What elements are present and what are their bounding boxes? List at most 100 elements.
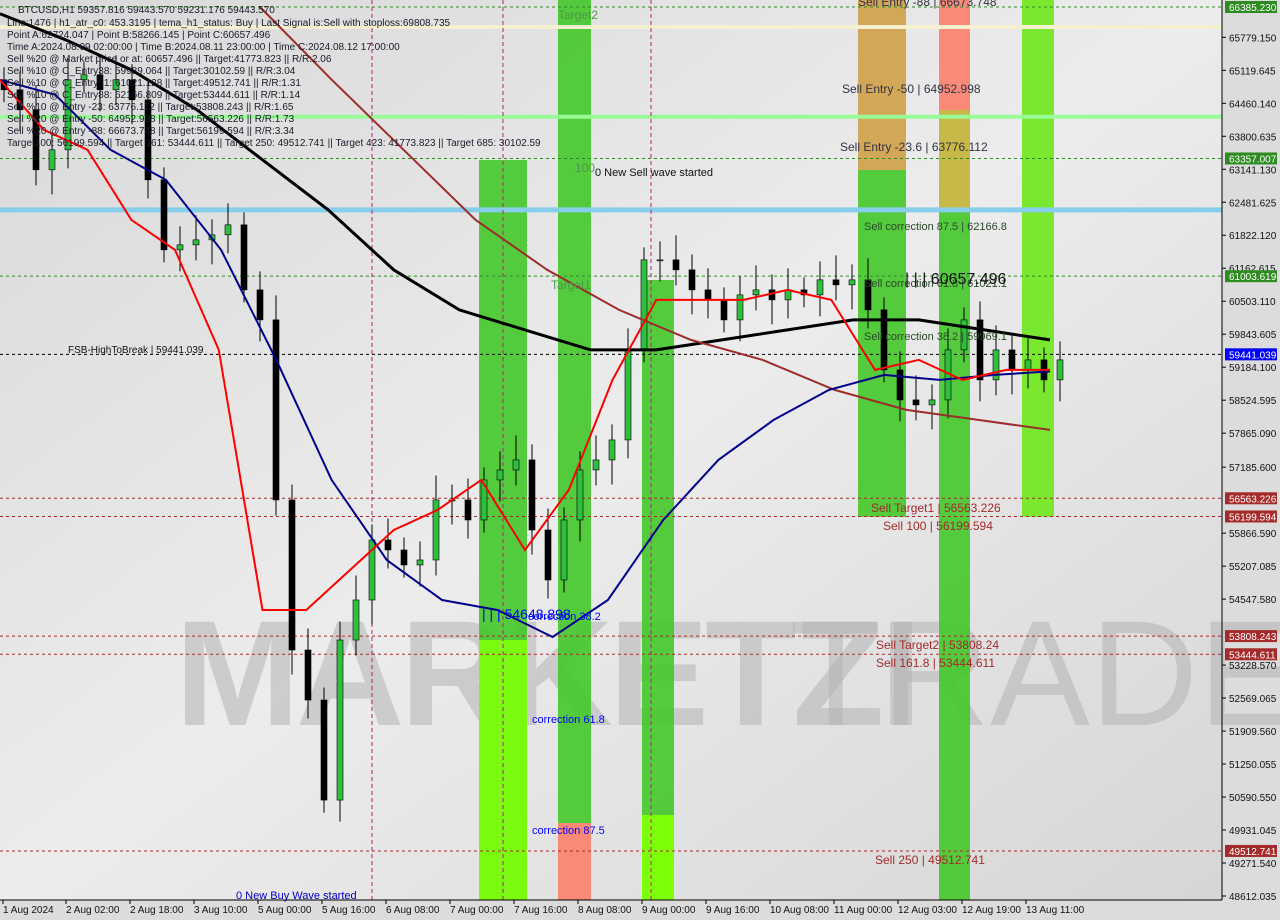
candle-body: [752, 289, 760, 296]
info-line: Sell %10 @ Entry -23: 63776.112 || Targe…: [7, 102, 294, 113]
time-tick-label: 12 Aug 03:00: [898, 905, 957, 916]
candle-body: [336, 639, 344, 801]
correction-875-label: correction 87.5: [532, 825, 605, 837]
time-tick-label: 7 Aug 00:00: [450, 905, 504, 916]
time-tick-label: 7 Aug 16:00: [514, 905, 568, 916]
candle-body: [320, 699, 328, 801]
candle-body: [400, 549, 408, 566]
candle-body: [704, 289, 712, 301]
sell-1618-label: Sell 161.8 | 53444.611: [876, 656, 995, 670]
price-tick-label: 63141.130: [1229, 165, 1277, 176]
candle-body: [912, 399, 920, 406]
candle-body: [640, 259, 648, 351]
info-line: Sell %10 @ C_Entry61: 61021.128 || Targe…: [7, 78, 301, 89]
band-green: [642, 280, 674, 900]
candle-body: [672, 259, 680, 271]
price-tick-label: 62481.625: [1229, 198, 1277, 209]
info-line: Line:1476 | h1_atr_c0: 453.3195 | tema_h…: [7, 18, 451, 29]
time-tick-label: 1 Aug 2024: [3, 905, 54, 916]
info-line: Sell %10 @ C_Entry88: 62166.809 || Targe…: [7, 90, 301, 101]
time-tick-label: 2 Aug 02:00: [66, 905, 120, 916]
candle-body: [1008, 349, 1016, 371]
price-tick-label: 61822.120: [1229, 231, 1277, 242]
time-tick-label: 2 Aug 18:00: [130, 905, 184, 916]
price-tag-label: 63357.007: [1229, 154, 1277, 165]
watermark-right: TRADE: [790, 589, 1280, 757]
price-tick-label: 49931.045: [1229, 826, 1277, 837]
sell-target2-label: Sell Target2 | 53808.24: [876, 638, 999, 652]
candle-body: [624, 349, 632, 441]
candle-body: [608, 439, 616, 461]
hundred-label: 100: [575, 161, 595, 175]
info-line: Sell %10 @ C_Entry38: 59989.064 || Targe…: [7, 66, 296, 77]
price-tag-label: 66385.230: [1229, 3, 1277, 14]
price-tick-label: 65119.645: [1229, 66, 1276, 77]
sell-target1-label: Sell Target1 | 56563.226: [871, 501, 1001, 515]
sell-250-label: Sell 250 | 49512.741: [875, 853, 985, 867]
price-tick-label: 60503.110: [1229, 297, 1276, 308]
candle-body: [688, 269, 696, 291]
price-tag-label: 53808.243: [1229, 632, 1277, 643]
price-tag-label: 49512.741: [1229, 847, 1277, 858]
price-tag-label: 61003.619: [1229, 272, 1277, 283]
candle-body: [560, 519, 568, 581]
sell-correction-382-label: Sell correction 38.2 | 59969.1: [864, 331, 1007, 343]
band-lime: [642, 815, 674, 900]
candle-body: [528, 459, 536, 531]
price-tick-label: 57865.090: [1229, 429, 1277, 440]
info-line: Sell %20 @ Market price or at: 60657.496…: [7, 54, 332, 65]
band-green: [939, 210, 970, 900]
point-c-label: | | | 60657.496: [905, 271, 1007, 288]
price-tag-label: 53444.611: [1229, 650, 1276, 661]
price-tick-label: 51250.055: [1229, 760, 1277, 771]
price-axis[interactable]: 65779.150 65119.645 64460.140 63800.635 6314…: [1222, 1, 1277, 903]
band-lime: [1022, 0, 1054, 517]
candle-body: [416, 559, 424, 566]
price-tag-label: 56563.226: [1229, 494, 1277, 505]
candle-body: [928, 399, 936, 406]
candle-body: [224, 224, 232, 236]
price-tick-label: 49271.540: [1229, 859, 1277, 870]
band-yellow: [939, 110, 970, 210]
time-axis[interactable]: 1 Aug 2024 2 Aug 02:00 2 Aug 18:00 3 Aug 10…: [2, 900, 1085, 916]
price-tick-label: 59184.100: [1229, 363, 1277, 374]
candle-body: [464, 499, 472, 521]
candle-body: [848, 279, 856, 286]
candle-body: [576, 469, 584, 521]
price-tick-label: 65779.150: [1229, 33, 1277, 44]
price-tick-label: 64460.140: [1229, 99, 1277, 110]
candle-body: [352, 599, 360, 641]
band-green: [558, 0, 591, 900]
candle-body: [176, 244, 184, 251]
price-tick-label: 54547.580: [1229, 595, 1277, 606]
candle-body: [192, 239, 200, 246]
candle-body: [816, 279, 824, 296]
price-tick-label: 55866.590: [1229, 529, 1277, 540]
info-line: Sell %20 @ Entry -88: 66673.748 || Targe…: [7, 126, 295, 137]
candle-body: [656, 259, 664, 262]
price-tag-label: 59441.039: [1229, 350, 1277, 361]
price-chart[interactable]: MARKETZI TRADE BTCUSD,H1 59357.816 59443…: [0, 0, 1280, 920]
time-tick-label: 5 Aug 00:00: [258, 905, 312, 916]
candle-body: [512, 459, 520, 471]
sell-entry-23-label: Sell Entry -23.6 | 63776.112: [840, 140, 988, 154]
candle-body: [48, 149, 56, 171]
candle-body: [384, 539, 392, 551]
price-tick-label: 63800.635: [1229, 132, 1277, 143]
candle-body: [1024, 359, 1032, 371]
new-sell-wave-label: 0 New Sell wave started: [595, 167, 713, 179]
time-tick-label: 11 Aug 00:00: [834, 905, 893, 916]
time-tick-label: 5 Aug 16:00: [322, 905, 376, 916]
price-tick-label: 51909.560: [1229, 727, 1277, 738]
candle-body: [736, 294, 744, 321]
price-tick-label: 59843.605: [1229, 330, 1277, 341]
target2-label: Target2: [558, 8, 598, 22]
info-line: Target100: 56199.594 || Target 161: 5344…: [7, 138, 541, 149]
candle-body: [304, 649, 312, 701]
correction-382-label: correction 38.2: [528, 611, 601, 623]
candle-body: [896, 369, 904, 401]
candle-body: [496, 469, 504, 481]
time-tick-label: 6 Aug 08:00: [386, 905, 440, 916]
time-tick-label: 10 Aug 08:00: [770, 905, 829, 916]
candle-body: [832, 279, 840, 286]
